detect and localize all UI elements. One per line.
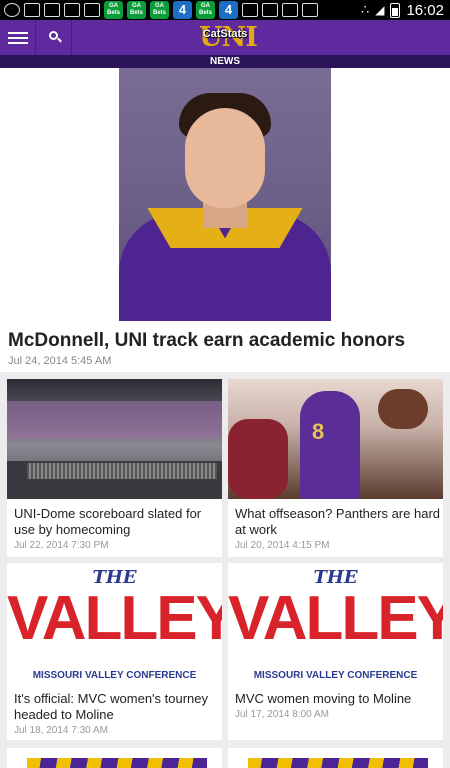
article-photo: 8 [228,379,443,499]
menu-icon[interactable] [0,20,36,55]
app-notification-icon: GA Bets [150,1,169,19]
article-date: Jul 20, 2014 4:15 PM [235,540,330,551]
article-card[interactable]: THE VALLEY MISSOURI VALLEY CONFERENCE MV… [228,563,443,740]
article-photo [7,379,222,499]
app-bar: UNI CatStats [0,20,450,55]
mail-icon [84,3,100,17]
article-title: It's official: MVC women's tourney heade… [14,691,209,722]
image-icon [44,3,60,17]
app-logo: UNI CatStats [199,20,258,55]
article-card[interactable]: UNI-Dome scoreboard slated for use by ho… [7,379,222,557]
app-notification-icon: GA Bets [127,1,146,19]
featured-article-title: McDonnell, UNI track earn academic honor… [8,330,406,351]
jersey-number: 8 [312,419,325,444]
logo-catstats: CatStats [202,28,248,40]
featured-article-photo [119,68,331,321]
article-card[interactable]: THE VALLEY MISSOURI VALLEY CONFERENCE It… [7,563,222,740]
article-card-peek[interactable] [7,748,222,768]
article-card-peek[interactable] [228,748,443,768]
usb-icon [24,3,40,17]
article-title: MVC women moving to Moline [235,691,412,706]
channel-notification-icon: 4 [173,1,192,19]
article-title: UNI-Dome scoreboard slated for use by ho… [14,506,202,537]
notification-icons: GA Bets GA Bets GA Bets 4 GA Bets 4 [0,1,318,19]
bag-icon [302,3,318,17]
battery-icon [390,2,401,18]
download-icon [64,3,80,17]
mvc-logo: THE VALLEY MISSOURI VALLEY CONFERENCE [7,563,222,683]
article-card[interactable]: 8 What offseason? Panthers are hard at w… [228,379,443,557]
app-notification-icon: GA Bets [104,1,123,19]
signal-icon: ◢ [375,3,385,17]
facebook-icon [242,3,258,17]
channel-notification-icon: 4 [219,1,238,19]
featured-article[interactable]: McDonnell, UNI track earn academic honor… [0,68,450,372]
status-bar: GA Bets GA Bets GA Bets 4 GA Bets 4 ∴ ◢ … [0,0,450,20]
section-label: NEWS [0,55,450,68]
app-notification-icon: GA Bets [196,1,215,19]
system-icons: ∴ ◢ 16:02 [361,2,450,19]
article-title: What offseason? Panthers are hard at wor… [235,506,440,537]
article-date: Jul 18, 2014 7:30 AM [14,725,108,736]
document-icon [262,3,278,17]
article-date: Jul 22, 2014 7:30 PM [14,540,109,551]
featured-article-date: Jul 24, 2014 5:45 AM [8,355,112,367]
mvc-logo: THE VALLEY MISSOURI VALLEY CONFERENCE [228,563,443,683]
gps-icon [4,3,20,17]
checkbox-icon [282,3,298,17]
article-date: Jul 17, 2014 8:00 AM [235,709,329,720]
search-icon[interactable] [36,20,72,55]
clock: 16:02 [406,1,444,19]
wifi-icon: ∴ [360,2,370,17]
